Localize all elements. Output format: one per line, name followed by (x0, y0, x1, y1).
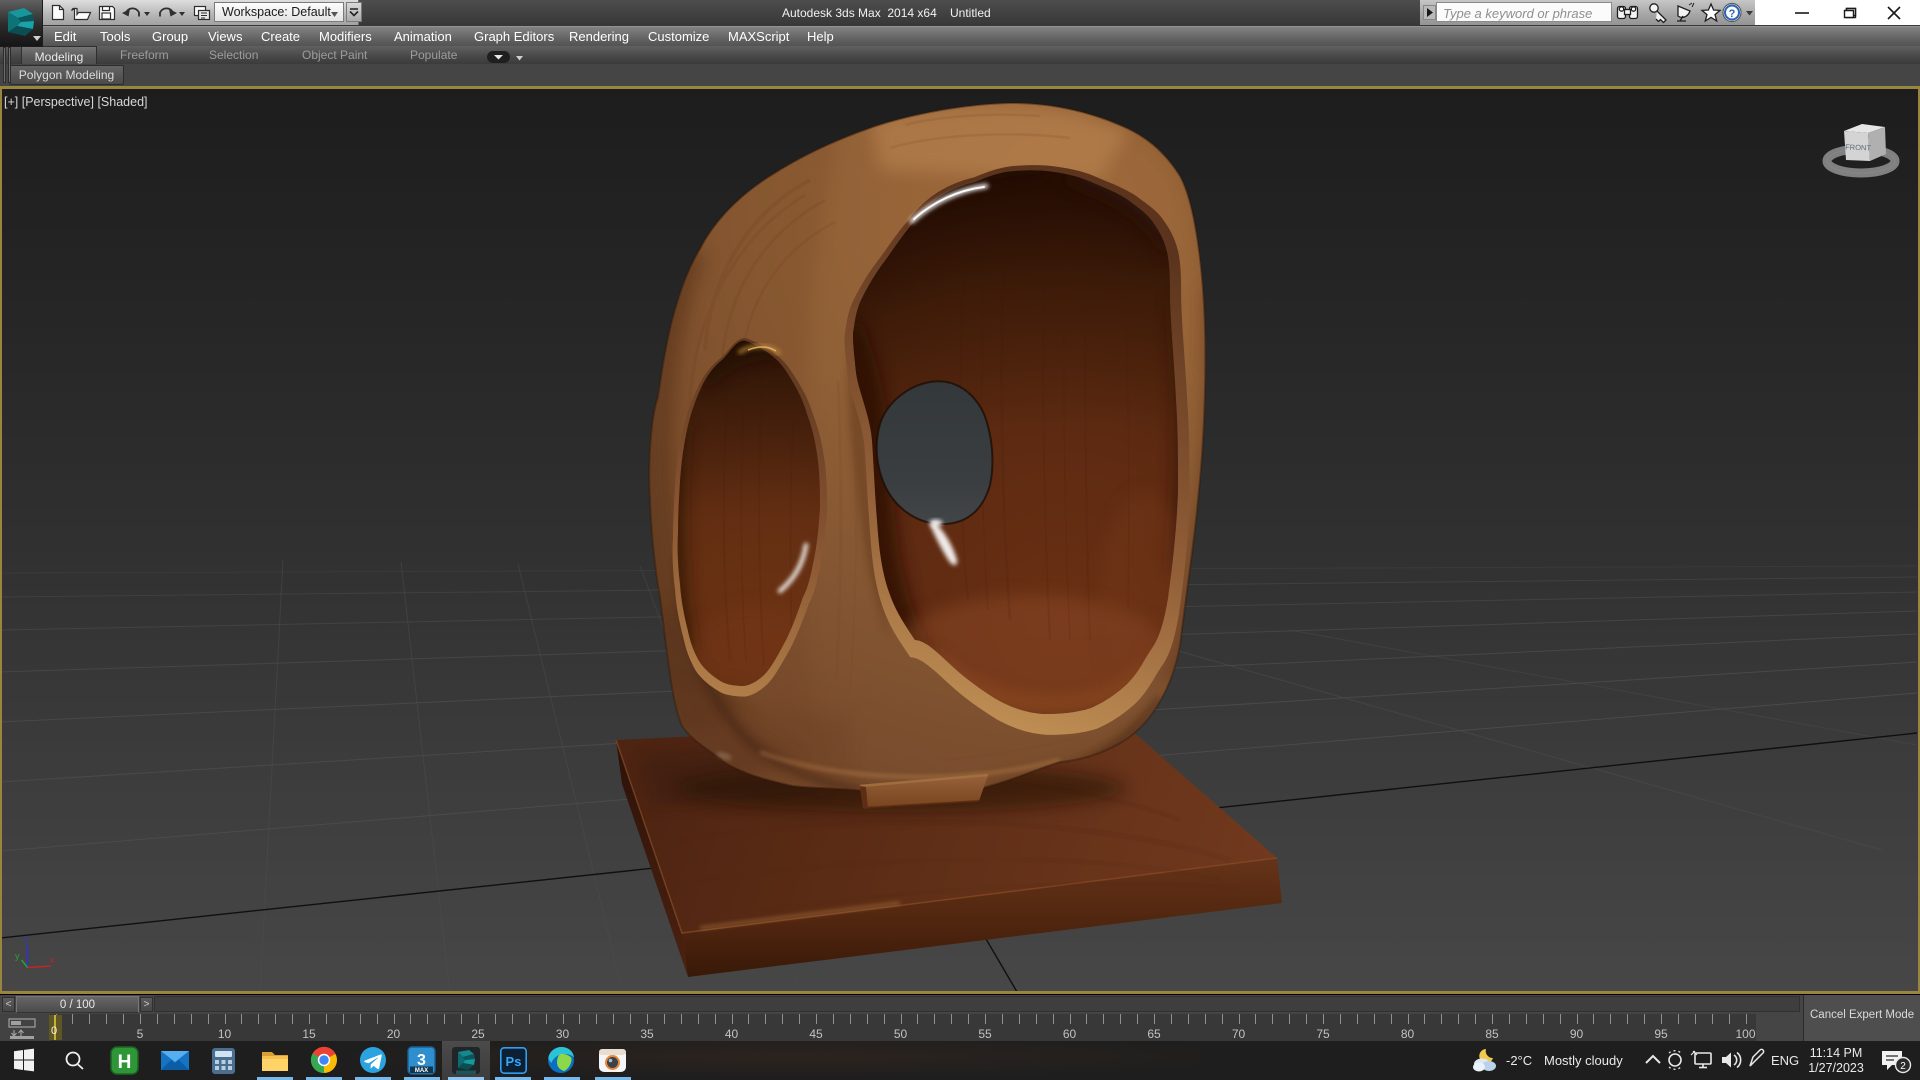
svg-text:H: H (118, 1052, 132, 1073)
svg-text:?: ? (1729, 8, 1736, 20)
svg-text:3: 3 (417, 1052, 426, 1069)
svg-text:Ps: Ps (506, 1054, 522, 1069)
svg-text:2: 2 (1900, 1061, 1906, 1072)
svg-text:MAX: MAX (415, 1068, 428, 1074)
